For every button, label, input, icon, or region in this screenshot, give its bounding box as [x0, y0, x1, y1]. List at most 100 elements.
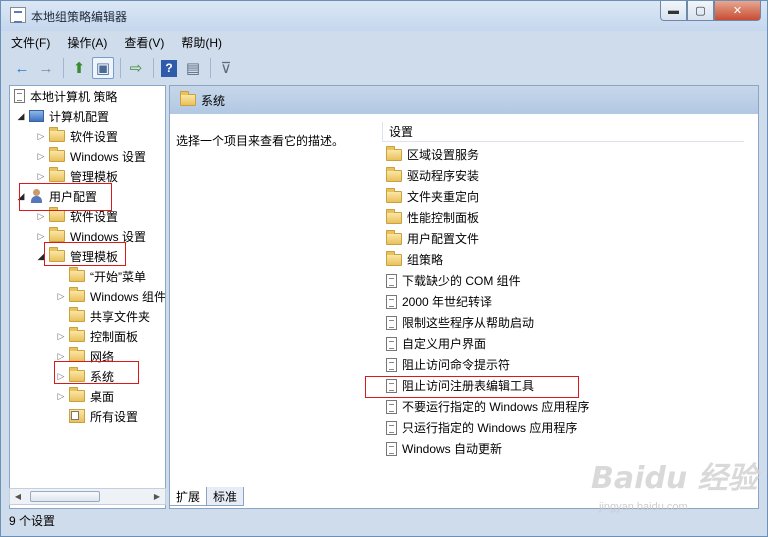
collapse-arrow-icon[interactable]: ◢ [36, 251, 46, 262]
minimize-button[interactable]: ▬ [660, 1, 687, 21]
list-item[interactable]: 下载缺少的 COM 组件 [386, 270, 521, 291]
list-item[interactable]: 文件夹重定向 [386, 186, 479, 207]
list-item[interactable]: 用户配置文件 [386, 228, 479, 249]
tree-item-system[interactable]: ▷ 系统 [56, 366, 114, 386]
expand-arrow-icon[interactable]: ▷ [36, 151, 46, 162]
tree-item-desktop[interactable]: ▷ 桌面 [56, 386, 114, 406]
expand-arrow-icon[interactable]: ▷ [36, 131, 46, 142]
expand-arrow-icon[interactable]: ▷ [36, 211, 46, 222]
tree-item-windows-components[interactable]: ▷ Windows 组件 [56, 286, 166, 306]
folder-icon [69, 327, 85, 342]
list-item[interactable]: 不要运行指定的 Windows 应用程序 [386, 396, 589, 417]
content-header: 系统 [170, 86, 758, 114]
folder-icon [49, 207, 65, 222]
tree-label: Windows 组件 [90, 289, 166, 304]
policy-setting-icon [386, 315, 397, 330]
properties-icon[interactable]: ▤ [182, 57, 204, 79]
view-tabs: 扩展 标准 [169, 487, 245, 507]
tree-item-u-software[interactable]: ▷ 软件设置 [36, 206, 118, 226]
collapse-arrow-icon[interactable]: ◢ [16, 191, 26, 202]
tree-label: 网络 [90, 349, 115, 364]
policy-doc-icon [14, 89, 25, 103]
scroll-thumb[interactable] [30, 491, 100, 502]
list-item[interactable]: 驱动程序安装 [386, 165, 479, 186]
folder-icon [386, 187, 402, 203]
tree-horizontal-scrollbar[interactable]: ◀ ▶ [9, 488, 166, 505]
tree-item-all-settings[interactable]: 所有设置 [69, 406, 138, 426]
back-arrow-icon[interactable]: ← [11, 57, 33, 79]
list-item[interactable]: Windows 自动更新 [386, 438, 502, 459]
tree-item-u-windows[interactable]: ▷ Windows 设置 [36, 226, 146, 246]
show-tree-icon[interactable]: ▣ [92, 57, 114, 79]
menu-action[interactable]: 操作(A) [67, 34, 107, 51]
tree-item-computer-config[interactable]: ◢ 计算机配置 [16, 106, 109, 126]
tree-item-control-panel[interactable]: ▷ 控制面板 [56, 326, 138, 346]
list-item[interactable]: 阻止访问命令提示符 [386, 354, 510, 375]
tree-item-root[interactable]: 本地计算机 策略 [14, 86, 117, 106]
tree-item-user-config[interactable]: ◢ 用户配置 [16, 186, 97, 206]
list-item-label: 自定义用户界面 [402, 337, 487, 351]
list-item[interactable]: 自定义用户界面 [386, 333, 486, 354]
folder-icon [386, 166, 402, 182]
export-list-icon[interactable]: ⇨ [125, 57, 147, 79]
tree-item-start-menu[interactable]: “开始”菜单 [69, 266, 146, 286]
filter-icon[interactable]: ⊽ [215, 57, 237, 79]
list-item[interactable]: 只运行指定的 Windows 应用程序 [386, 417, 577, 438]
tree-item-u-admin[interactable]: ◢ 管理模板 [36, 246, 118, 266]
toolbar-separator [153, 58, 154, 78]
toolbar-separator [210, 58, 211, 78]
folder-icon [386, 250, 402, 266]
scroll-right-icon[interactable]: ▶ [149, 489, 165, 504]
tree-item-c-admin[interactable]: ▷ 管理模板 [36, 166, 118, 186]
title-bar[interactable]: 本地组策略编辑器 ▬ ▢ ✕ [1, 1, 767, 31]
menu-help[interactable]: 帮助(H) [181, 34, 222, 51]
toolbar: ← → ⬆ ▣ ⇨ ? ▤ ⊽ [3, 54, 765, 82]
close-button[interactable]: ✕ [714, 1, 761, 21]
list-item-label: 只运行指定的 Windows 应用程序 [402, 421, 578, 435]
tree-item-network[interactable]: ▷ 网络 [56, 346, 114, 366]
folder-icon [386, 229, 402, 245]
scroll-left-icon[interactable]: ◀ [10, 489, 26, 504]
expand-arrow-icon[interactable]: ▷ [56, 391, 66, 402]
expand-arrow-icon[interactable]: ▷ [36, 231, 46, 242]
tab-extended[interactable]: 扩展 [169, 487, 208, 506]
folder-icon [69, 287, 85, 302]
tree-label: 管理模板 [70, 169, 119, 184]
list-item[interactable]: 2000 年世纪转译 [386, 291, 492, 312]
expand-arrow-icon[interactable]: ▷ [56, 331, 66, 342]
folder-icon [49, 247, 65, 262]
tree-label: 本地计算机 策略 [30, 89, 118, 104]
menu-file[interactable]: 文件(F) [11, 34, 50, 51]
list-item-label: 用户配置文件 [407, 232, 480, 246]
forward-arrow-icon[interactable]: → [35, 57, 57, 79]
list-item[interactable]: 性能控制面板 [386, 207, 479, 228]
watermark-url: jingyan.baidu.com [599, 501, 688, 513]
list-item[interactable]: 区域设置服务 [386, 144, 479, 165]
list-item-label: 阻止访问注册表编辑工具 [402, 379, 535, 393]
list-item[interactable]: 阻止访问注册表编辑工具 [386, 375, 534, 396]
expand-arrow-icon[interactable]: ▷ [56, 351, 66, 362]
list-item[interactable]: 限制这些程序从帮助启动 [386, 312, 534, 333]
list-item[interactable]: 组策略 [386, 249, 443, 270]
menu-view[interactable]: 查看(V) [124, 34, 164, 51]
baidu-watermark: Baidu 经验 jingyan.baidu.com [591, 453, 758, 521]
list-item-label: 组策略 [407, 253, 444, 267]
settings-list: 设置 区域设置服务 驱动程序安装 文件夹重定向 性能控制面板用户配置文件 组策略下载缺少… [382, 122, 758, 490]
expand-arrow-icon[interactable]: ▷ [36, 171, 46, 182]
tree-item-c-software[interactable]: ▷ 软件设置 [36, 126, 118, 146]
list-item-label: 阻止访问命令提示符 [402, 358, 511, 372]
collapse-arrow-icon[interactable]: ◢ [16, 111, 26, 122]
computer-icon [29, 110, 44, 122]
maximize-button[interactable]: ▢ [687, 1, 714, 21]
tree-item-shared-folders[interactable]: 共享文件夹 [69, 306, 150, 326]
navigation-tree: 本地计算机 策略 ◢ 计算机配置 ▷ 软件设置 ▷ Windows 设置 ▷ 管… [9, 85, 166, 509]
column-header-setting[interactable]: 设置 [382, 122, 744, 142]
help-button[interactable]: ? [158, 57, 180, 79]
expand-arrow-icon[interactable]: ▷ [56, 291, 66, 302]
expand-arrow-icon[interactable]: ▷ [56, 371, 66, 382]
tab-standard[interactable]: 标准 [206, 487, 245, 506]
tree-label: 软件设置 [70, 209, 119, 224]
up-folder-icon[interactable]: ⬆ [68, 57, 90, 79]
tree-item-c-windows[interactable]: ▷ Windows 设置 [36, 146, 146, 166]
policy-editor-icon [10, 7, 26, 23]
